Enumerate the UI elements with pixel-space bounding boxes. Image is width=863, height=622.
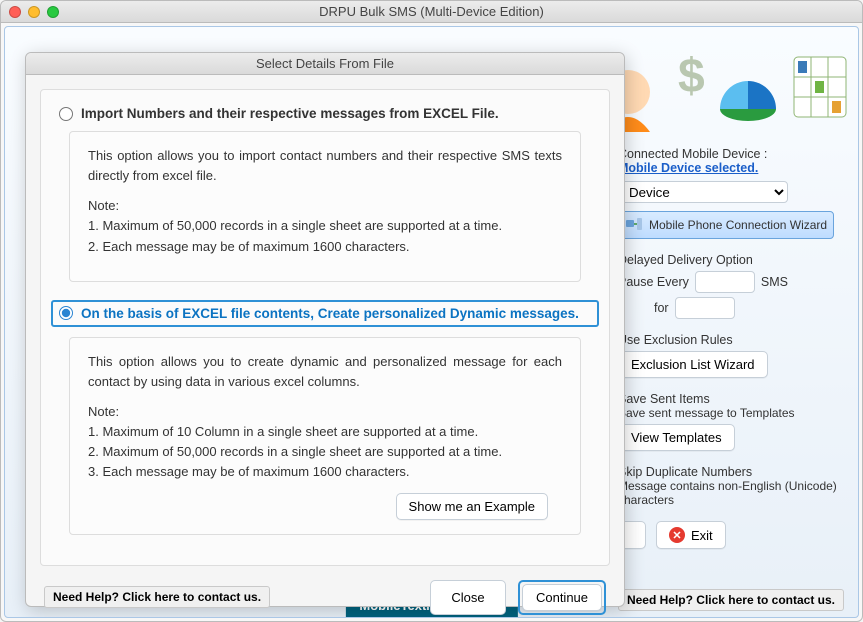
modal-help-button[interactable]: Need Help? Click here to contact us. <box>44 586 270 608</box>
device-select[interactable]: Device <box>618 181 788 203</box>
right-panel: Connected Mobile Device : Mobile Device … <box>618 147 838 563</box>
titlebar: DRPU Bulk SMS (Multi-Device Edition) <box>1 1 862 23</box>
computer-phone-icon <box>625 216 643 234</box>
sms-label: SMS <box>761 275 788 289</box>
footer-help-button[interactable]: Need Help? Click here to contact us. <box>618 589 844 611</box>
connected-device-label: Connected Mobile Device : <box>618 147 838 161</box>
sent-items-label: Save Sent Items <box>618 392 838 406</box>
option-dynamic-radio[interactable] <box>59 306 73 320</box>
pause-every-label: Pause Every <box>618 275 689 289</box>
option-dynamic-label: On the basis of EXCEL file contents, Cre… <box>81 306 579 321</box>
delay-label: Delayed Delivery Option <box>618 253 838 267</box>
show-example-button[interactable]: Show me an Example <box>396 493 548 520</box>
main-body: $ Connected Mobile Device : Mobile Devic… <box>4 26 859 618</box>
connection-wizard-button[interactable]: Mobile Phone Connection Wizard <box>618 211 834 239</box>
for-label: for <box>654 301 669 315</box>
close-icon[interactable] <box>9 6 21 18</box>
view-templates-button[interactable]: View Templates <box>618 424 735 451</box>
option-dynamic-row[interactable]: On the basis of EXCEL file contents, Cre… <box>51 300 599 327</box>
pause-every-input[interactable] <box>695 271 755 293</box>
minimize-icon[interactable] <box>28 6 40 18</box>
window-title: DRPU Bulk SMS (Multi-Device Edition) <box>1 4 862 19</box>
exclusion-wizard-button[interactable]: Exclusion List Wizard <box>618 351 768 378</box>
option-import-label: Import Numbers and their respective mess… <box>81 106 499 121</box>
sent-items-sub: Save sent message to Templates <box>618 406 838 420</box>
skip-duplicates-label: Skip Duplicate Numbers <box>618 465 838 479</box>
continue-button[interactable]: Continue <box>522 584 602 611</box>
unicode-label: Message contains non-English (Unicode) c… <box>618 479 838 507</box>
option-import-radio[interactable] <box>59 107 73 121</box>
exclusion-label: Use Exclusion Rules <box>618 333 838 347</box>
close-button[interactable]: Close <box>430 580 506 615</box>
zoom-icon[interactable] <box>47 6 59 18</box>
close-x-icon: ✕ <box>669 527 685 543</box>
option-import-row[interactable]: Import Numbers and their respective mess… <box>59 106 591 121</box>
device-selected-link[interactable]: Mobile Device selected. <box>618 161 838 175</box>
main-window: DRPU Bulk SMS (Multi-Device Edition) $ C… <box>0 0 863 622</box>
for-input[interactable] <box>675 297 735 319</box>
select-details-modal: Select Details From File Import Numbers … <box>25 52 625 607</box>
exit-button[interactable]: ✕ Exit <box>656 521 726 549</box>
header-illustration: $ <box>598 37 848 137</box>
svg-text:$: $ <box>678 50 705 103</box>
modal-title: Select Details From File <box>26 53 624 75</box>
option-import-desc: This option allows you to import contact… <box>69 131 581 282</box>
option-dynamic-desc: This option allows you to create dynamic… <box>69 337 581 535</box>
